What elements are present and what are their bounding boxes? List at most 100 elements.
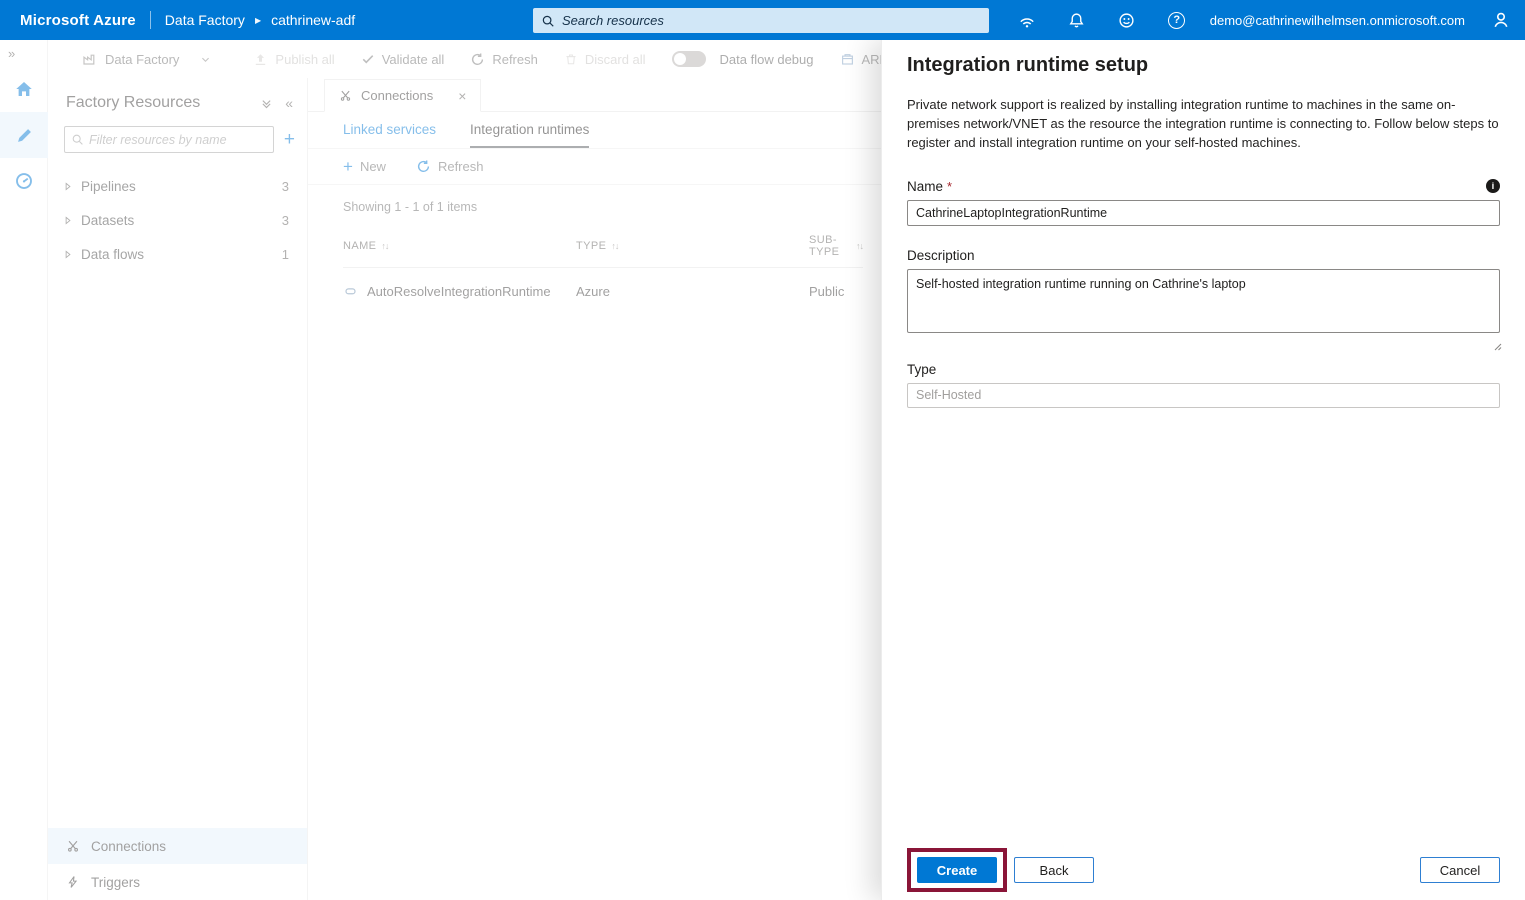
tree-item-data-flows[interactable]: Data flows 1	[48, 237, 307, 271]
resource-filter-input[interactable]	[89, 132, 267, 147]
refresh-label: Refresh	[437, 159, 484, 174]
integration-runtime-setup-panel: Integration runtime setup Private networ…	[881, 40, 1525, 900]
cancel-button[interactable]: Cancel	[1420, 857, 1500, 883]
panel-footer: Create Back Cancel	[907, 848, 1500, 892]
runtime-subtype-cell: Public	[809, 283, 845, 299]
validate-all-label: Validate all	[381, 51, 445, 67]
data-flow-debug-label: Data flow debug	[719, 51, 814, 67]
feedback-smiley-icon[interactable]	[1102, 0, 1152, 40]
data-flow-debug-label-wrap: Data flow debug	[720, 52, 814, 67]
list-refresh-button[interactable]: Refresh	[416, 159, 484, 174]
close-tab-icon[interactable]: ×	[458, 88, 466, 104]
breadcrumb-resource[interactable]: cathrinew-adf	[271, 12, 355, 28]
tree-item-label: Pipelines	[81, 178, 136, 194]
resource-filter-box[interactable]	[64, 126, 274, 153]
resource-filter-row: +	[48, 122, 307, 157]
subtab-linked-services[interactable]: Linked services	[343, 112, 436, 148]
table-row[interactable]: AutoResolveIntegrationRuntime Azure Publ…	[343, 268, 863, 314]
tab-connections[interactable]: Connections ×	[324, 79, 482, 112]
column-label: SUB-TYPE	[809, 234, 840, 258]
info-icon[interactable]: i	[1486, 179, 1500, 194]
runtimes-table: NAME ↑↓ TYPE ↑↓ SUB-TYPE ↑↓ AutoResolveI…	[343, 234, 864, 314]
subtab-integration-runtimes[interactable]: Integration runtimes	[470, 112, 590, 148]
sort-icon: ↑↓	[856, 241, 864, 251]
notifications-bell-icon[interactable]	[1052, 0, 1102, 40]
sidebar-item-label: Triggers	[91, 874, 141, 890]
tree-item-count: 3	[281, 178, 289, 194]
chevron-right-icon	[62, 215, 73, 226]
resource-tree: Pipelines 3 Datasets 3 Data flows 1	[48, 169, 307, 271]
sidebar-item-triggers[interactable]: Triggers	[48, 864, 307, 900]
topbar-breadcrumb: Microsoft Azure Data Factory ▶ cathrinew…	[0, 11, 355, 29]
publish-all-label: Publish all	[275, 51, 335, 67]
name-label-row: Name * i	[907, 179, 1500, 194]
signal-icon[interactable]	[1002, 0, 1052, 40]
workspace: » Data Factory Publish all Validate all …	[0, 40, 1525, 900]
global-search[interactable]	[533, 8, 989, 33]
validate-all-button[interactable]: Validate all	[361, 51, 445, 67]
account-avatar-icon[interactable]	[1477, 0, 1525, 40]
toolbar-refresh-button[interactable]: Refresh	[470, 52, 538, 67]
resize-grip-icon[interactable]	[1492, 341, 1502, 351]
arm-template-button[interactable]: ARM templ	[840, 51, 882, 67]
new-runtime-button[interactable]: + New	[343, 158, 386, 175]
chevron-right-icon	[62, 249, 73, 260]
account-email[interactable]: demo@cathrinewilhelmsen.onmicrosoft.com	[1210, 13, 1465, 28]
back-button[interactable]: Back	[1014, 857, 1094, 883]
column-header-name[interactable]: NAME ↑↓	[343, 234, 576, 258]
tab-strip: Connections ×	[308, 78, 881, 112]
publish-icon	[253, 52, 268, 67]
refresh-icon	[417, 160, 430, 172]
items-count-text: Showing 1 - 1 of 1 items	[343, 200, 478, 214]
panel-intro-text: Private network support is realized by i…	[907, 97, 1499, 151]
data-flow-debug-toggle[interactable]	[671, 51, 706, 67]
tree-item-count: 1	[281, 246, 289, 262]
list-actions: + New Refresh	[308, 149, 881, 185]
adf-toolbar: Data Factory Publish all Validate all Re…	[48, 40, 881, 78]
factory-resources-header: Factory Resources «	[48, 78, 307, 122]
runtime-name-input[interactable]	[907, 199, 1500, 226]
expand-rail-icon[interactable]: »	[0, 40, 47, 66]
app-window: Microsoft Azure Data Factory ▶ cathrinew…	[0, 0, 1525, 900]
collapse-panel-icon[interactable]: «	[285, 95, 293, 111]
tree-item-count: 3	[281, 212, 289, 228]
trash-icon	[564, 52, 578, 66]
sidebar-item-label: Connections	[91, 838, 167, 854]
panel-title: Integration runtime setup	[907, 54, 1149, 76]
filter-search-icon	[72, 134, 83, 145]
factory-resources-title: Factory Resources	[66, 94, 201, 111]
arm-template-icon	[840, 52, 855, 67]
left-nav-rail: »	[0, 40, 48, 900]
nav-home[interactable]	[0, 66, 48, 112]
factory-scope-select[interactable]: Data Factory	[82, 51, 211, 67]
sidebar-item-connections[interactable]: Connections	[48, 828, 307, 864]
tree-item-pipelines[interactable]: Pipelines 3	[48, 169, 307, 203]
publish-all-button[interactable]: Publish all	[253, 51, 335, 67]
new-label: New	[359, 159, 386, 174]
nav-monitor[interactable]	[0, 158, 48, 204]
help-icon[interactable]: ?	[1152, 0, 1202, 40]
breadcrumb-app[interactable]: Data Factory	[165, 12, 245, 28]
sort-icon: ↑↓	[611, 241, 619, 251]
nav-author[interactable]	[0, 112, 48, 158]
discard-all-label: Discard all	[584, 51, 646, 67]
factory-resources-panel: Factory Resources « + Pipelines 3	[48, 78, 308, 900]
create-button-highlight-annotation: Create	[907, 848, 1007, 892]
discard-all-button[interactable]: Discard all	[564, 52, 646, 67]
add-resource-icon[interactable]: +	[284, 130, 295, 149]
collapse-all-icon[interactable]	[260, 97, 273, 110]
tree-item-datasets[interactable]: Datasets 3	[48, 203, 307, 237]
azure-brand[interactable]: Microsoft Azure	[20, 12, 136, 29]
connections-tab-icon	[339, 89, 352, 102]
tree-item-label: Data flows	[81, 246, 145, 262]
runtime-description-input[interactable]: Self-hosted integration runtime running …	[907, 268, 1500, 333]
column-header-sub-type[interactable]: SUB-TYPE ↑↓	[809, 234, 864, 258]
topbar-divider	[149, 11, 151, 29]
search-icon	[542, 15, 554, 27]
arm-template-label: ARM templ	[861, 51, 882, 67]
topbar-actions: ? demo@cathrinewilhelmsen.onmicrosoft.co…	[1002, 0, 1525, 40]
column-label: TYPE	[576, 240, 607, 252]
create-button[interactable]: Create	[917, 857, 997, 883]
search-resources-input[interactable]	[562, 13, 981, 28]
column-header-type[interactable]: TYPE ↑↓	[576, 234, 809, 258]
